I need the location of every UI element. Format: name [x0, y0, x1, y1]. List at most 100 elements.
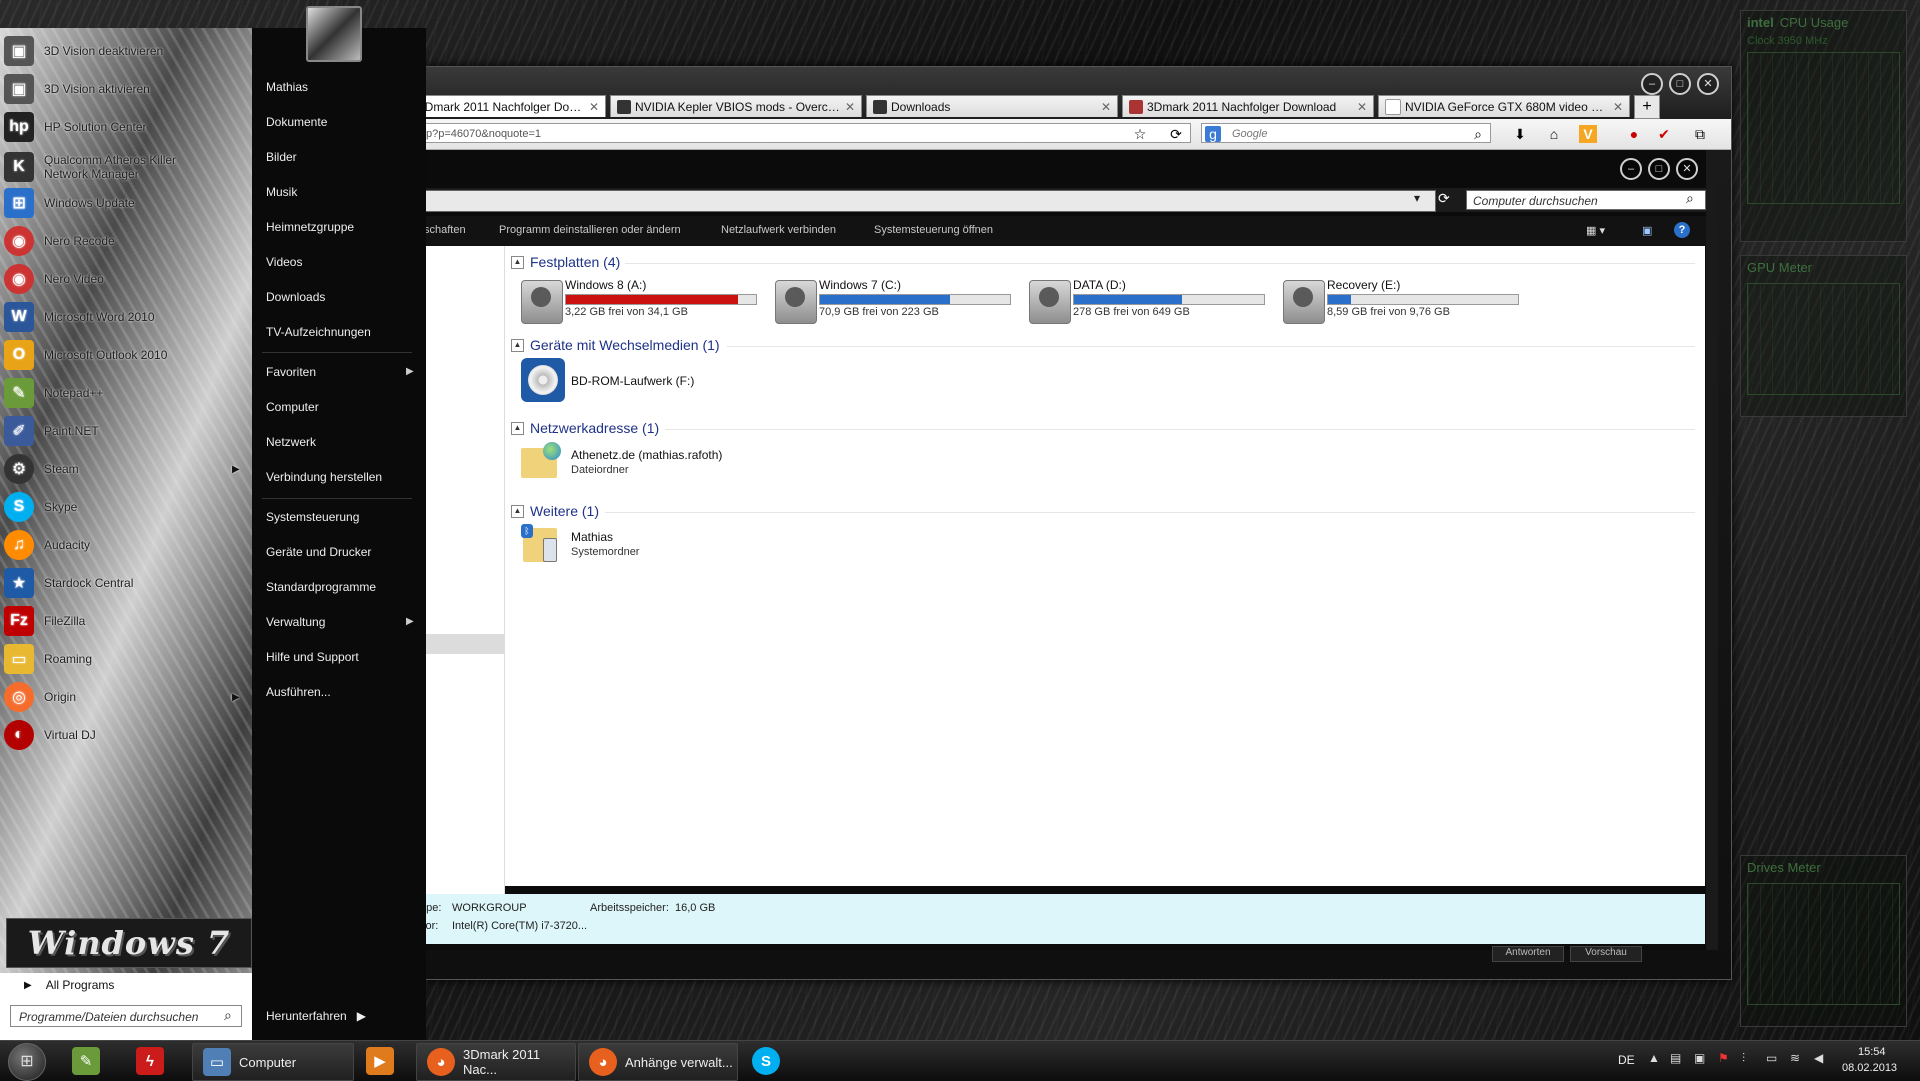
taskbar-media-player[interactable]: ▶	[356, 1043, 404, 1079]
preview-pane-icon[interactable]: ▣	[1642, 224, 1652, 237]
addon-v-icon[interactable]: V	[1579, 125, 1597, 143]
program-filezilla[interactable]: Fz FileZilla	[4, 604, 85, 638]
program-nero-video[interactable]: ◉ Nero Video	[4, 262, 104, 296]
tab-close-icon[interactable]: ✕	[1357, 100, 1367, 114]
shutdown-button[interactable]: Herunterfahren ▶	[266, 1009, 366, 1023]
link-downloads[interactable]: Downloads	[266, 290, 325, 304]
link-verwaltung[interactable]: Verwaltung	[266, 615, 325, 629]
preview-button[interactable]: Vorschau	[1570, 946, 1642, 962]
all-programs-button[interactable]: ▶ All Programs	[0, 973, 252, 997]
download-icon[interactable]: ⬇	[1511, 125, 1529, 143]
network-location[interactable]: Athenetz.de (mathias.rafoth) Dateiordner	[521, 442, 781, 488]
drive-d[interactable]: DATA (D:) 278 GB frei von 649 GB	[1023, 276, 1273, 326]
taskbar-firefox-anhaenge[interactable]: ◕ Anhänge verwalt...	[578, 1043, 738, 1081]
search-icon[interactable]: ⌕	[1469, 125, 1487, 143]
link-netzwerk[interactable]: Netzwerk	[266, 435, 316, 449]
google-icon[interactable]: g	[1205, 126, 1221, 142]
close-button[interactable]: ✕	[1697, 73, 1719, 95]
collapse-icon[interactable]: ▲	[511, 338, 524, 352]
group-netzwerk[interactable]: ▲ Netzwerkadresse (1)	[511, 420, 659, 436]
toolbar-properties[interactable]: schaften	[424, 224, 466, 236]
toolbar-map-network-drive[interactable]: Netzlaufwerk verbinden	[721, 224, 836, 236]
user-avatar[interactable]	[306, 6, 362, 62]
program-notepad-plus[interactable]: ✎ Notepad++	[4, 376, 103, 410]
tab-0[interactable]: 3Dmark 2011 Nachfolger Download - ...✕	[411, 95, 606, 117]
new-tab-button[interactable]: +	[1634, 95, 1660, 119]
url-bar[interactable]: p?p=46070&noquote=1	[411, 123, 1191, 143]
program-skype[interactable]: S Skype	[4, 490, 77, 524]
tab-close-icon[interactable]: ✕	[845, 100, 855, 114]
language-indicator[interactable]: DE	[1618, 1053, 1635, 1067]
toolbar-open-control-panel[interactable]: Systemsteuerung öffnen	[874, 224, 993, 236]
tab-close-icon[interactable]: ✕	[1101, 100, 1111, 114]
reply-button[interactable]: Antworten	[1492, 946, 1564, 962]
addon-box-icon[interactable]: ⧉	[1691, 125, 1709, 143]
address-bar[interactable]	[424, 190, 1436, 212]
collapse-icon[interactable]: ▲	[511, 421, 524, 435]
link-hilfe-support[interactable]: Hilfe und Support	[266, 650, 359, 664]
search-icon[interactable]: ⌕	[1686, 190, 1694, 207]
program-steam[interactable]: ⚙ Steam ▶	[4, 452, 240, 486]
link-systemsteuerung[interactable]: Systemsteuerung	[266, 510, 359, 524]
view-options-icon[interactable]: ▦ ▾	[1586, 224, 1605, 237]
start-button[interactable]: ⊞	[8, 1043, 46, 1081]
help-icon[interactable]: ?	[1674, 222, 1690, 238]
minimize-button[interactable]: –	[1620, 158, 1642, 180]
link-dokumente[interactable]: Dokumente	[266, 115, 327, 129]
tray-wireless-icon[interactable]: ≋	[1790, 1051, 1800, 1065]
link-standardprogramme[interactable]: Standardprogramme	[266, 580, 376, 594]
taskbar-firefox-3dmark[interactable]: ◕ 3Dmark 2011 Nac...	[416, 1043, 576, 1081]
minimize-button[interactable]: –	[1641, 73, 1663, 95]
drive-c[interactable]: Windows 7 (C:) 70,9 GB frei von 223 GB	[769, 276, 1019, 326]
explorer-window[interactable]: – □ ✕ ▾ ⟳ Computer durchsuchen ⌕ schafte…	[420, 150, 1718, 950]
start-search-input[interactable]: Programme/Dateien durchsuchen	[10, 1005, 242, 1027]
nav-selected-item[interactable]	[420, 634, 504, 654]
taskbar-flash[interactable]: ϟ	[126, 1043, 174, 1079]
addon-check-icon[interactable]: ✔	[1655, 125, 1673, 143]
clock-date[interactable]: 08.02.2013	[1842, 1062, 1897, 1074]
scrollbar-vertical[interactable]	[1706, 150, 1718, 950]
tab-4[interactable]: NVIDIA GeForce GTX 680M video car... ✕	[1378, 95, 1630, 117]
group-wechselmedien[interactable]: ▲ Geräte mit Wechselmedien (1)	[511, 337, 720, 353]
tray-app-icon[interactable]: ▤	[1670, 1051, 1681, 1065]
addon-red-icon[interactable]: ●	[1625, 125, 1643, 143]
collapse-icon[interactable]: ▲	[511, 255, 524, 269]
program-windows-update[interactable]: ⊞ Windows Update	[4, 186, 135, 220]
refresh-icon[interactable]: ⟳	[1438, 190, 1450, 207]
taskbar-computer[interactable]: ▭ Computer	[192, 1043, 354, 1081]
program-roaming[interactable]: ▭ Roaming	[4, 642, 92, 676]
home-icon[interactable]: ⌂	[1545, 125, 1563, 143]
program-killer-network[interactable]: K Qualcomm Atheros Killer Network Manager	[4, 144, 194, 190]
tab-3[interactable]: 3Dmark 2011 Nachfolger Download ✕	[1122, 95, 1374, 117]
link-mathias[interactable]: Mathias	[266, 80, 308, 94]
program-3d-vision-off[interactable]: ▣ 3D Vision deaktivieren	[4, 34, 163, 68]
tab-1[interactable]: NVIDIA Kepler VBIOS mods - Overclo... ✕	[610, 95, 862, 117]
taskbar-skype[interactable]: S	[742, 1043, 790, 1079]
tab-close-icon[interactable]: ✕	[1613, 100, 1623, 114]
link-verbindung-herstellen[interactable]: Verbindung herstellen	[266, 470, 382, 484]
shutdown-arrow-icon[interactable]: ▶	[357, 1009, 366, 1023]
link-geraete-drucker[interactable]: Geräte und Drucker	[266, 545, 371, 559]
program-3d-vision-on[interactable]: ▣ 3D Vision aktivieren	[4, 72, 150, 106]
link-videos[interactable]: Videos	[266, 255, 302, 269]
drive-a[interactable]: Windows 8 (A:) 3,22 GB frei von 34,1 GB	[515, 276, 765, 326]
program-hp-solution-center[interactable]: hp HP Solution Center	[4, 110, 147, 144]
link-favoriten[interactable]: Favoriten	[266, 365, 316, 379]
link-ausfuehren[interactable]: Ausführen...	[266, 685, 331, 699]
tab-close-icon[interactable]: ✕	[589, 100, 599, 114]
toolbar-uninstall[interactable]: Programm deinstallieren oder ändern	[499, 224, 681, 236]
program-paint-net[interactable]: ✐ Paint.NET	[4, 414, 99, 448]
tab-2[interactable]: Downloads ✕	[866, 95, 1118, 117]
link-heimnetzgruppe[interactable]: Heimnetzgruppe	[266, 220, 354, 234]
link-musik[interactable]: Musik	[266, 185, 297, 199]
drive-e[interactable]: Recovery (E:) 8,59 GB frei von 9,76 GB	[1277, 276, 1527, 326]
program-audacity[interactable]: ♫ Audacity	[4, 528, 90, 562]
bdrom-drive[interactable]: BD-ROM-Laufwerk (F:)	[521, 358, 781, 404]
tray-sb-icon[interactable]: ▣	[1694, 1051, 1705, 1065]
maximize-button[interactable]: □	[1648, 158, 1670, 180]
taskbar-notepad[interactable]: ✎	[62, 1043, 110, 1079]
search-input[interactable]: Google	[1201, 123, 1491, 143]
program-outlook[interactable]: O Microsoft Outlook 2010	[4, 338, 167, 372]
navigation-pane[interactable]: )	[420, 246, 505, 926]
clock-time[interactable]: 15:54	[1858, 1046, 1886, 1058]
